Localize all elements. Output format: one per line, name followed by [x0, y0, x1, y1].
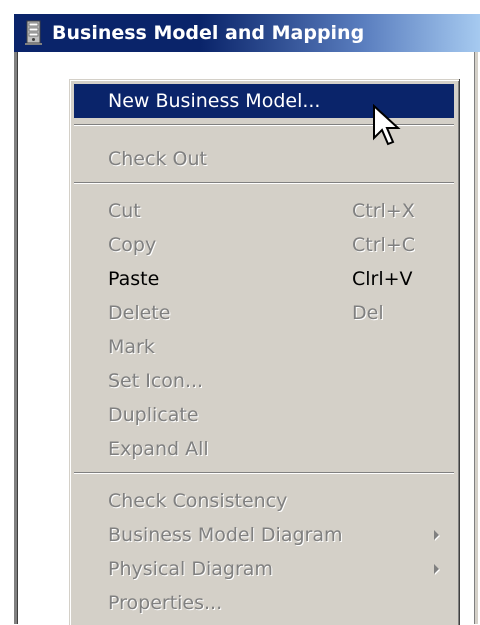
- menu-item-label: Business Model Diagram: [108, 524, 343, 546]
- mouse-pointer-icon: [372, 103, 402, 150]
- menu-item-paste[interactable]: Paste Clrl+V: [74, 262, 454, 296]
- menu-item-label: Mark: [108, 336, 155, 358]
- database-server-icon: [20, 18, 48, 48]
- menu-item-label: Set Icon...: [108, 370, 204, 392]
- menu-item-shortcut: Del: [352, 302, 384, 324]
- menu-item-label: Delete: [108, 302, 171, 324]
- menu-item-physical-diagram[interactable]: Physical Diagram: [74, 552, 454, 586]
- menu-item-cut[interactable]: Cut Ctrl+X: [74, 194, 454, 228]
- menu-separator: [74, 182, 454, 184]
- submenu-arrow-icon: [434, 530, 439, 540]
- menu-item-label: Physical Diagram: [108, 558, 273, 580]
- menu-item-set-icon[interactable]: Set Icon...: [74, 364, 454, 398]
- window-title: Business Model and Mapping: [52, 22, 365, 44]
- menu-item-label: Cut: [108, 200, 141, 222]
- menu-item-properties[interactable]: Properties...: [74, 586, 454, 620]
- menu-item-label: Check Out: [108, 148, 207, 170]
- menu-item-label: Paste: [108, 268, 160, 290]
- menu-item-shortcut: Ctrl+X: [352, 200, 415, 222]
- menu-item-label: Expand All: [108, 438, 209, 460]
- menu-item-label: Properties...: [108, 592, 223, 614]
- menu-item-check-consistency[interactable]: Check Consistency: [74, 484, 454, 518]
- menu-item-label: Copy: [108, 234, 157, 256]
- menu-item-label: New Business Model...: [108, 90, 321, 112]
- menu-item-business-model-diagram[interactable]: Business Model Diagram: [74, 518, 454, 552]
- menu-item-copy[interactable]: Copy Ctrl+C: [74, 228, 454, 262]
- menu-item-mark[interactable]: Mark: [74, 330, 454, 364]
- menu-item-label: Duplicate: [108, 404, 199, 426]
- window-titlebar[interactable]: Business Model and Mapping: [14, 14, 480, 52]
- submenu-arrow-icon: [434, 564, 439, 574]
- context-menu: New Business Model... Check Out Cut Ctrl…: [69, 79, 459, 625]
- menu-item-label: Check Consistency: [108, 490, 288, 512]
- menu-item-delete[interactable]: Delete Del: [74, 296, 454, 330]
- application-window: Business Model and Mapping New Business …: [0, 0, 480, 625]
- menu-item-shortcut: Clrl+V: [352, 268, 413, 290]
- menu-item-expand-all[interactable]: Expand All: [74, 432, 454, 466]
- menu-item-duplicate[interactable]: Duplicate: [74, 398, 454, 432]
- window-border-left: [14, 52, 18, 624]
- menu-item-shortcut: Ctrl+C: [352, 234, 415, 256]
- menu-separator: [74, 472, 454, 474]
- window-border-right: [474, 52, 478, 624]
